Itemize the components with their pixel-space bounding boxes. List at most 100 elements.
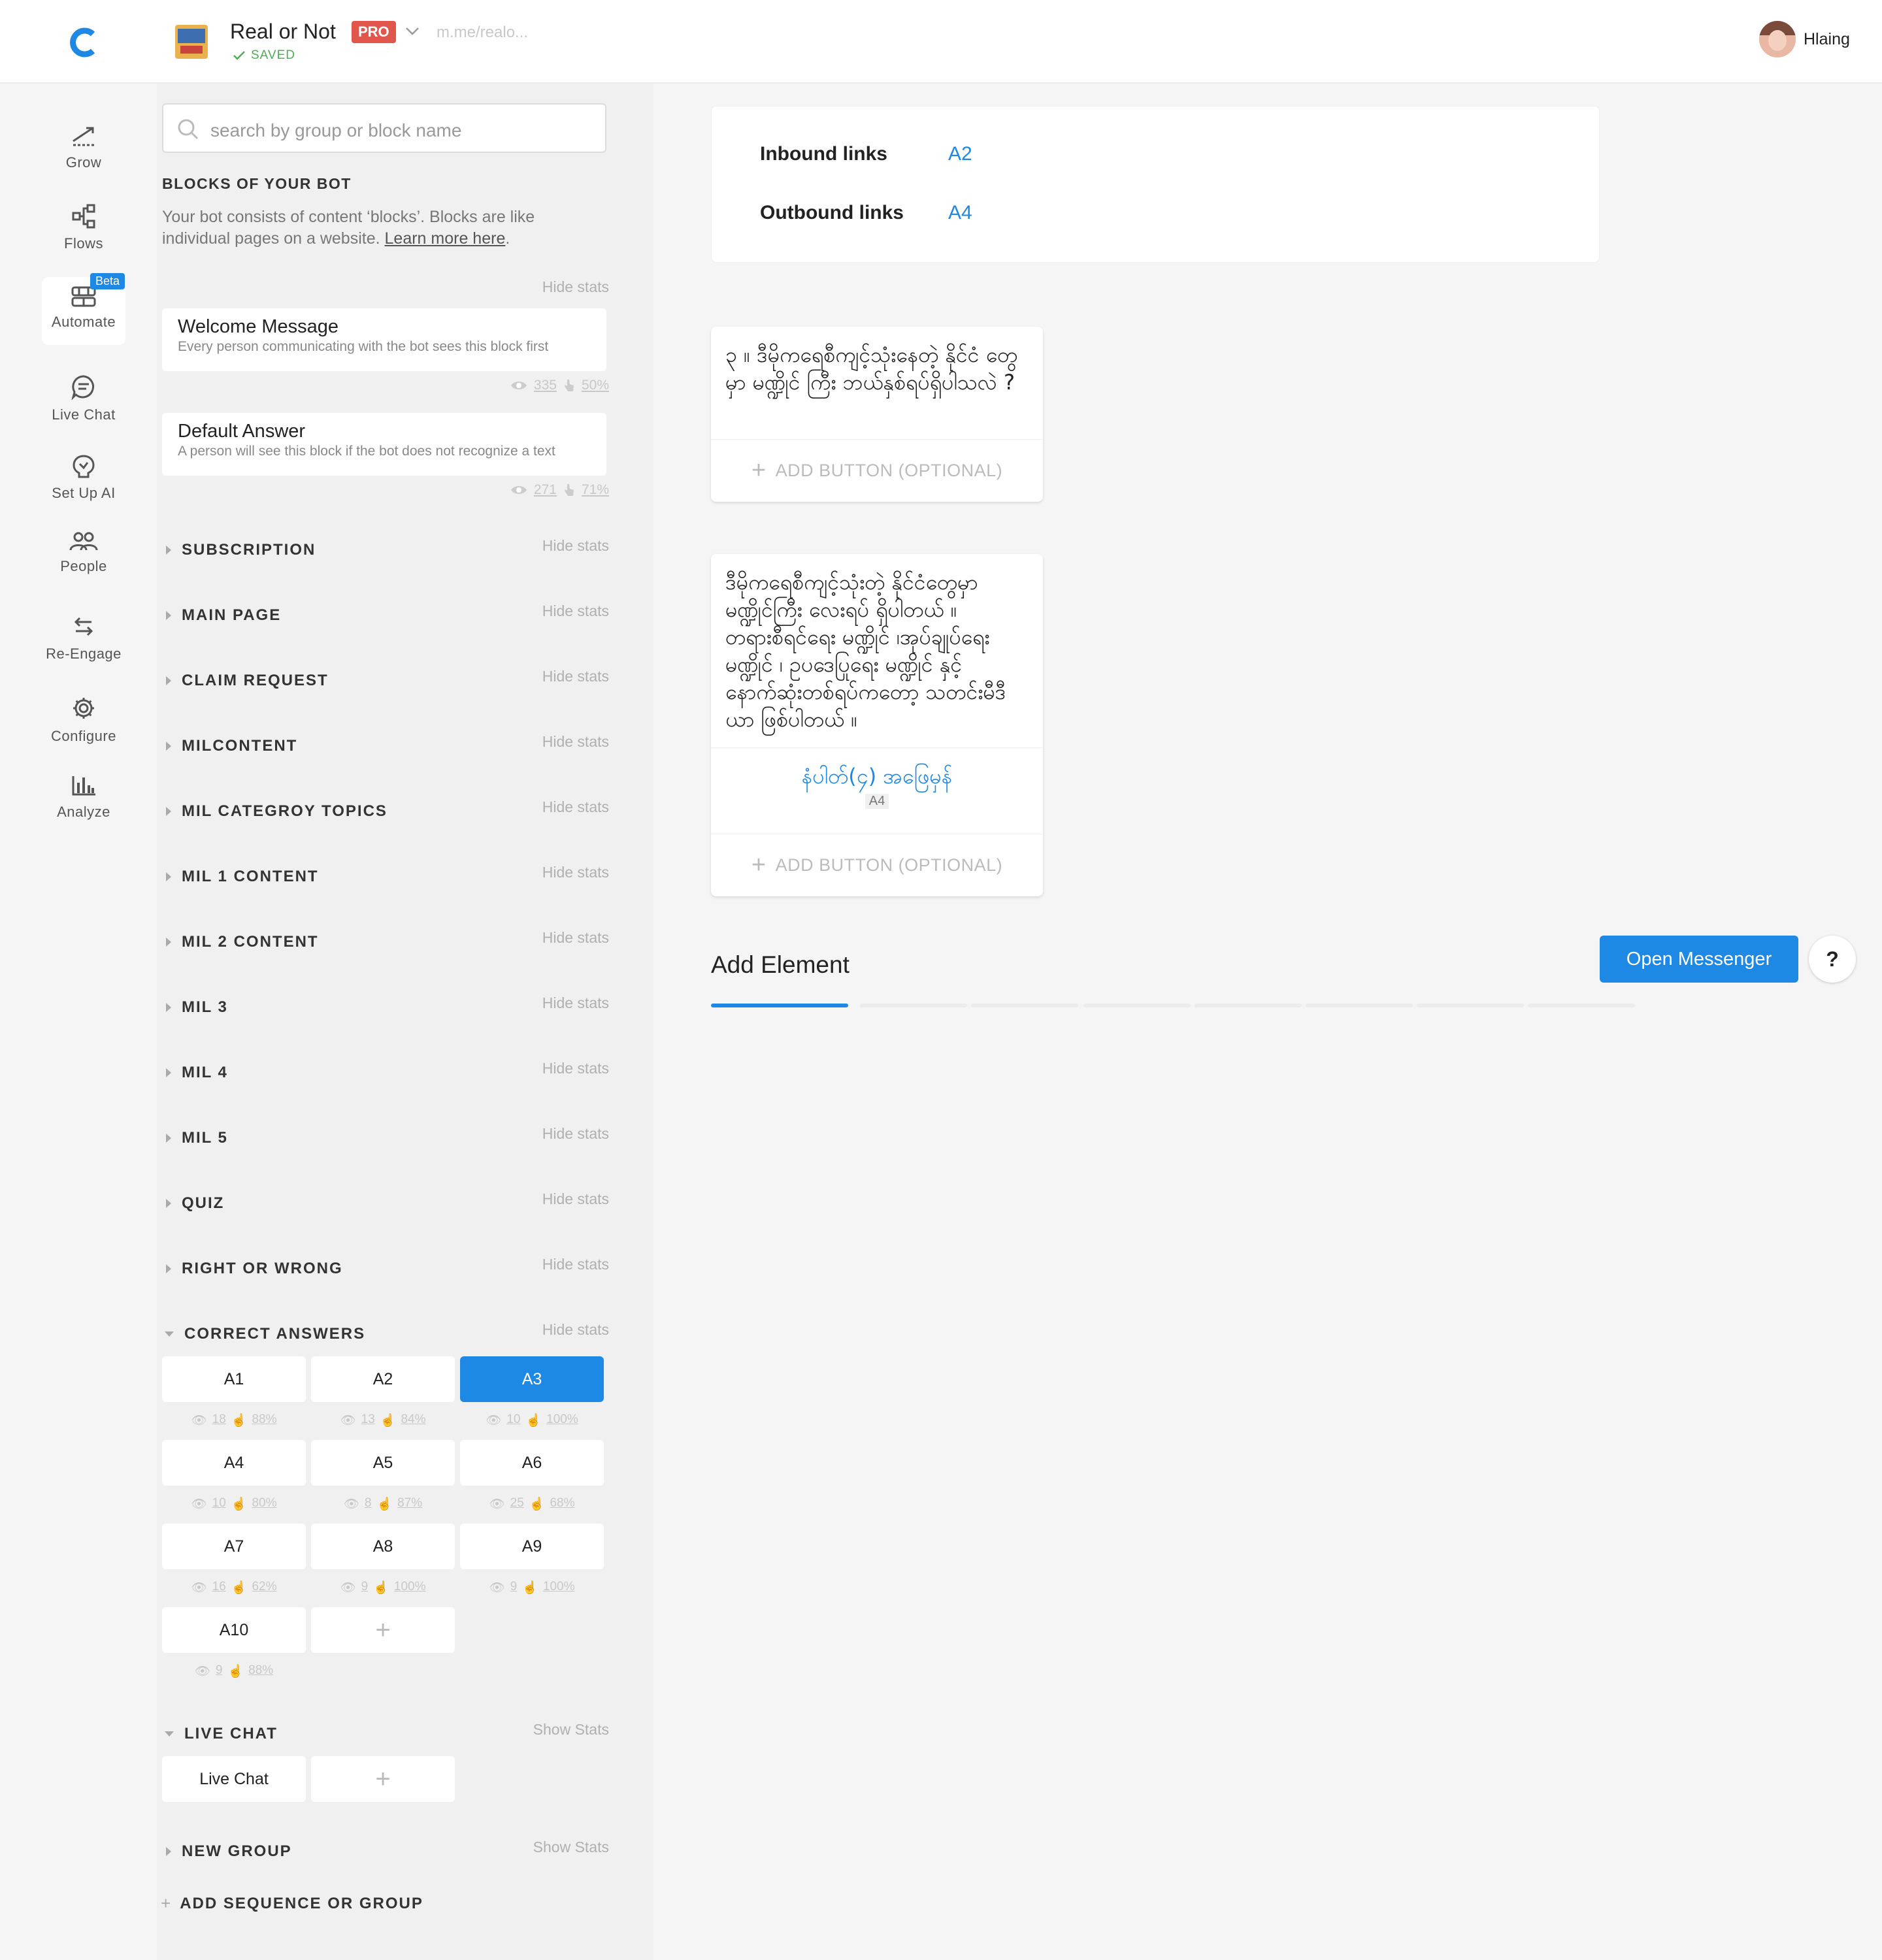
nav-flows[interactable]: Flows — [42, 196, 125, 264]
group-live-chat[interactable]: LIVE CHAT — [165, 1725, 278, 1743]
hide-stats-link[interactable]: Hide stats — [542, 929, 609, 947]
hide-stats-link[interactable]: Hide stats — [542, 602, 609, 620]
outbound-link-a4[interactable]: A4 — [948, 202, 972, 224]
views-count[interactable]: 18 — [212, 1413, 226, 1428]
group-mil-1-content[interactable]: MIL 1 CONTENT — [166, 868, 319, 886]
element-tab[interactable] — [860, 1004, 967, 1007]
hide-stats-link[interactable]: Hide stats — [542, 278, 609, 296]
welcome-message-block[interactable]: Welcome Message Every person communicati… — [162, 308, 606, 371]
group-mil-5[interactable]: MIL 5 — [166, 1129, 228, 1147]
group-mil-category-topics[interactable]: MIL CATEGROY TOPICS — [166, 802, 388, 821]
views-count[interactable]: 8 — [365, 1496, 372, 1512]
views-count[interactable]: 10 — [506, 1413, 520, 1428]
element-tab[interactable] — [1306, 1004, 1413, 1007]
show-stats-link[interactable]: Show Stats — [533, 1721, 609, 1739]
element-tab[interactable] — [971, 1004, 1078, 1007]
group-quiz[interactable]: QUIZ — [166, 1194, 224, 1213]
hide-stats-link[interactable]: Hide stats — [542, 537, 609, 555]
chatfuel-logo-icon[interactable] — [68, 26, 101, 59]
nav-live-chat[interactable]: Live Chat — [42, 366, 125, 434]
bot-avatar[interactable] — [175, 25, 208, 59]
hide-stats-link[interactable]: Hide stats — [542, 1321, 609, 1339]
views-count[interactable]: 10 — [212, 1496, 226, 1512]
add-button-optional[interactable]: + ADD BUTTON (OPTIONAL) — [711, 439, 1043, 502]
element-tab[interactable] — [1528, 1004, 1635, 1007]
add-button-optional[interactable]: + ADD BUTTON (OPTIONAL) — [711, 834, 1043, 896]
ctr-value[interactable]: 87% — [397, 1496, 422, 1512]
search-input[interactable]: search by group or block name — [162, 103, 606, 153]
card-button[interactable]: နံပါတ်(၄) အဖြေမှန် A4 — [711, 747, 1043, 831]
add-block-button[interactable]: + — [311, 1607, 455, 1653]
block-chip-a3[interactable]: A3 — [460, 1356, 604, 1402]
block-chip-a1[interactable]: A1 — [162, 1356, 306, 1402]
ctr-value[interactable]: 100% — [543, 1580, 575, 1595]
show-stats-link[interactable]: Show Stats — [533, 1838, 609, 1856]
nav-grow[interactable]: Grow — [42, 116, 125, 184]
bot-name[interactable]: Real or Not — [230, 20, 336, 44]
card-text[interactable]: ၃ ။ ဒီမိုကရေစီကျင့်သုံးနေတဲ့ နိုင်ငံ တွေ… — [711, 327, 1043, 410]
bot-link[interactable]: m.me/realo... — [437, 24, 528, 42]
views-count[interactable]: 16 — [212, 1580, 226, 1595]
ctr-value[interactable]: 62% — [252, 1580, 276, 1595]
card-button-label[interactable]: နံပါတ်(၄) အဖြေမှန် — [711, 762, 1043, 794]
block-chip-a7[interactable]: A7 — [162, 1524, 306, 1569]
group-mil-3[interactable]: MIL 3 — [166, 998, 228, 1017]
ctr-value[interactable]: 71% — [582, 482, 609, 498]
nav-ai[interactable]: Set Up AI — [42, 446, 125, 514]
views-count[interactable]: 25 — [510, 1496, 524, 1512]
block-chip-a10[interactable]: A10 — [162, 1607, 306, 1653]
block-chip-a8[interactable]: A8 — [311, 1524, 455, 1569]
hide-stats-link[interactable]: Hide stats — [542, 1256, 609, 1273]
views-count[interactable]: 9 — [361, 1580, 369, 1595]
text-card-2[interactable]: ဒီမိုကရေစီကျင့်သုံးတဲ့ နိုင်ငံတွေမှာ မဏ္… — [711, 554, 1043, 896]
hide-stats-link[interactable]: Hide stats — [542, 864, 609, 881]
add-element-tabs[interactable] — [711, 1004, 1636, 1009]
views-count[interactable]: 13 — [361, 1413, 375, 1428]
views-count[interactable]: 335 — [534, 378, 557, 393]
hide-stats-link[interactable]: Hide stats — [542, 668, 609, 685]
hide-stats-link[interactable]: Hide stats — [542, 1125, 609, 1143]
ctr-value[interactable]: 88% — [248, 1663, 273, 1679]
ctr-value[interactable]: 50% — [582, 378, 609, 393]
add-sequence-or-group-button[interactable]: + ADD SEQUENCE OR GROUP — [161, 1893, 423, 1914]
nav-people[interactable]: People — [42, 523, 125, 591]
views-count[interactable]: 271 — [534, 482, 557, 498]
element-tab[interactable] — [1083, 1004, 1191, 1007]
card-text[interactable]: ဒီမိုကရေစီကျင့်သုံးတဲ့ နိုင်ငံတွေမှာ မဏ္… — [711, 554, 1043, 747]
group-right-or-wrong[interactable]: RIGHT OR WRONG — [166, 1260, 343, 1278]
ctr-value[interactable]: 80% — [252, 1496, 276, 1512]
ctr-value[interactable]: 100% — [546, 1413, 578, 1428]
hide-stats-link[interactable]: Hide stats — [542, 1190, 609, 1208]
hide-stats-link[interactable]: Hide stats — [542, 994, 609, 1012]
ctr-value[interactable]: 84% — [401, 1413, 425, 1428]
group-milcontent[interactable]: MILCONTENT — [166, 737, 297, 755]
default-answer-block[interactable]: Default Answer A person will see this bl… — [162, 413, 606, 476]
nav-reengage[interactable]: Re-Engage — [42, 606, 125, 674]
element-tab[interactable] — [1417, 1004, 1524, 1007]
block-chip-a9[interactable]: A9 — [460, 1524, 604, 1569]
block-chip-a2[interactable]: A2 — [311, 1356, 455, 1402]
learn-more-link[interactable]: Learn more here — [385, 229, 506, 248]
block-chip-a4[interactable]: A4 — [162, 1440, 306, 1486]
ctr-value[interactable]: 100% — [394, 1580, 426, 1595]
block-chip-live-chat[interactable]: Live Chat — [162, 1756, 306, 1802]
group-subscription[interactable]: SUBSCRIPTION — [166, 541, 316, 559]
group-claim-request[interactable]: CLAIM REQUEST — [166, 672, 329, 690]
group-mil-4[interactable]: MIL 4 — [166, 1064, 228, 1082]
group-correct-answers[interactable]: CORRECT ANSWERS — [165, 1325, 365, 1343]
views-count[interactable]: 9 — [510, 1580, 518, 1595]
nav-analyze[interactable]: Analyze — [42, 766, 125, 834]
group-main-page[interactable]: MAIN PAGE — [166, 606, 281, 625]
element-tab[interactable] — [1195, 1004, 1302, 1007]
open-messenger-button[interactable]: Open Messenger — [1600, 936, 1798, 983]
hide-stats-link[interactable]: Hide stats — [542, 733, 609, 751]
element-tab[interactable] — [711, 1004, 848, 1007]
hide-stats-link[interactable]: Hide stats — [542, 798, 609, 816]
text-card-1[interactable]: ၃ ။ ဒီမိုကရေစီကျင့်သုံးနေတဲ့ နိုင်ငံ တွေ… — [711, 327, 1043, 502]
ctr-value[interactable]: 88% — [252, 1413, 276, 1428]
block-chip-a5[interactable]: A5 — [311, 1440, 455, 1486]
hide-stats-link[interactable]: Hide stats — [542, 1060, 609, 1077]
add-block-button[interactable]: + — [311, 1756, 455, 1802]
group-mil-2-content[interactable]: MIL 2 CONTENT — [166, 933, 319, 951]
ctr-value[interactable]: 68% — [550, 1496, 574, 1512]
